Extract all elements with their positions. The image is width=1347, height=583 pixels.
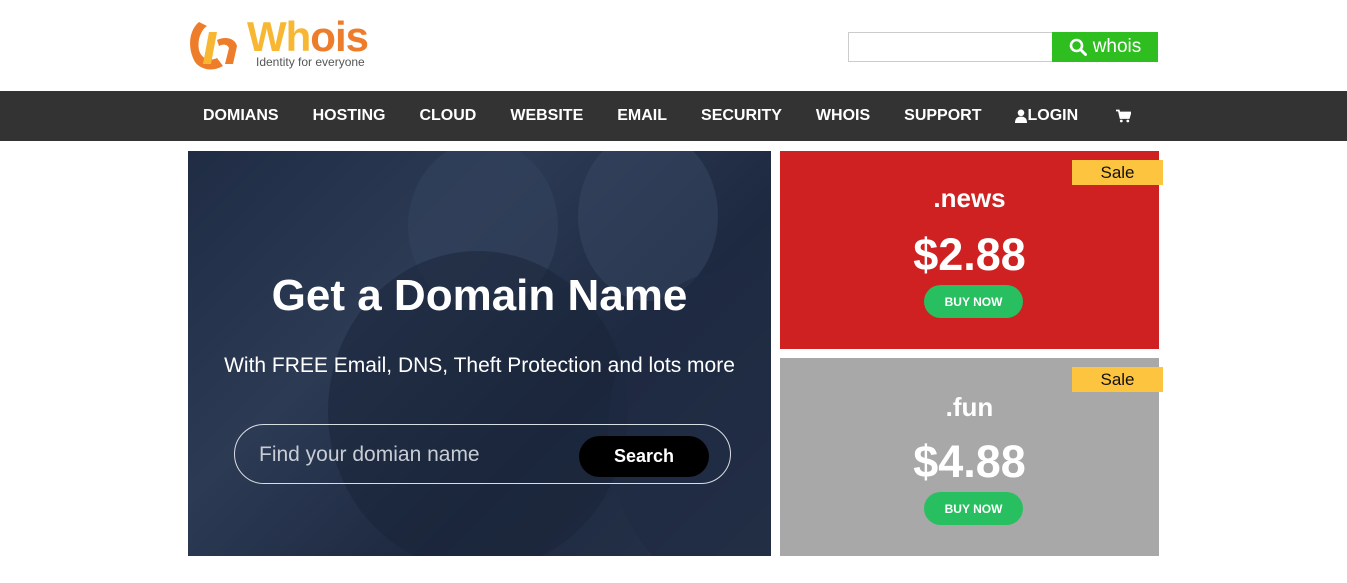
user-icon xyxy=(1015,109,1028,123)
whois-search-button-label: whois xyxy=(1092,36,1142,57)
hero-title: Get a Domain Name xyxy=(271,271,688,320)
nav-item-support[interactable]: SUPPORT xyxy=(904,107,981,125)
hero-content: Get a Domain Name With FREE Email, DNS, … xyxy=(188,151,771,556)
site-logo[interactable]: Whois Identity for everyone xyxy=(187,13,387,72)
nav-item-website[interactable]: WEBSITE xyxy=(510,107,583,125)
domain-search-input[interactable] xyxy=(259,437,559,473)
cart-icon xyxy=(1116,109,1132,123)
promo-tld: .fun xyxy=(945,392,994,422)
promo-price: $2.88 xyxy=(913,229,1026,280)
search-icon xyxy=(1069,38,1087,56)
login-label: LOGIN xyxy=(1027,107,1079,124)
logo-wordmark: Whois xyxy=(247,13,369,60)
buy-now-button[interactable]: BUY NOW xyxy=(924,492,1023,525)
nav-item-domains[interactable]: DOMIANS xyxy=(203,107,279,125)
nav-item-cloud[interactable]: CLOUD xyxy=(419,107,476,125)
whois-search-input[interactable] xyxy=(848,32,1052,62)
nav-item-security[interactable]: SECURITY xyxy=(701,107,782,125)
logo-mark-icon xyxy=(190,22,237,70)
site-header: Whois Identity for everyone whois xyxy=(0,0,1347,91)
promo-card-fun: Sale .fun $4.88 BUY NOW xyxy=(780,358,1163,556)
main-nav: DOMIANS HOSTING CLOUD WEBSITE EMAIL SECU… xyxy=(0,91,1347,141)
domain-search-box: Search xyxy=(234,424,731,484)
hero-subtitle: With FREE Email, DNS, Theft Protection a… xyxy=(224,354,735,377)
whois-search-button[interactable]: whois xyxy=(1052,32,1158,62)
hero-banner: Get a Domain Name With FREE Email, DNS, … xyxy=(188,151,771,556)
nav-item-hosting[interactable]: HOSTING xyxy=(313,107,386,125)
logo-tagline: Identity for everyone xyxy=(256,55,365,69)
nav-item-login[interactable]: LOGIN xyxy=(1015,107,1078,125)
sale-badge: Sale xyxy=(1072,367,1163,392)
promo-card-news: Sale .news $2.88 BUY NOW xyxy=(780,151,1163,349)
promo-price: $4.88 xyxy=(913,436,1026,487)
nav-item-whois[interactable]: WHOIS xyxy=(816,107,870,125)
promo-tld: .news xyxy=(933,183,1006,213)
domain-search-button[interactable]: Search xyxy=(579,436,709,477)
nav-cart[interactable] xyxy=(1116,109,1132,123)
whois-search-bar: whois xyxy=(848,32,1158,62)
buy-now-button[interactable]: BUY NOW xyxy=(924,285,1023,318)
sale-badge: Sale xyxy=(1072,160,1163,185)
nav-item-email[interactable]: EMAIL xyxy=(617,107,667,125)
